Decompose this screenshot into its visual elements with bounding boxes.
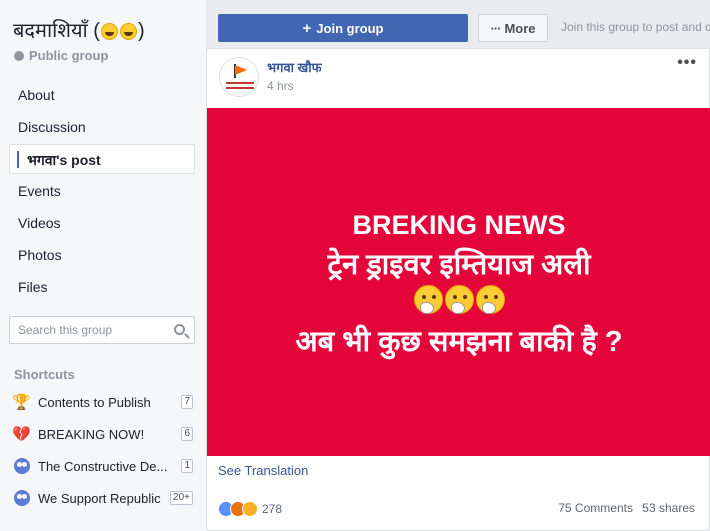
nav-item-videos[interactable]: Videos [9, 208, 195, 238]
laughing-emoji-icon [119, 23, 137, 41]
left-sidebar: बदमाशियाँ () Public group About Discussi… [0, 0, 206, 531]
more-button[interactable]: ··· More [478, 14, 548, 42]
nav-item-label: Events [18, 183, 61, 199]
post-image[interactable]: BREKING NEWS ट्रेन ड्राइवर इम्तियाज अली … [207, 108, 710, 456]
shortcut-contents-to-publish[interactable]: 🏆 Contents to Publish 7 [12, 392, 193, 412]
nav-item-events[interactable]: Events [9, 176, 195, 206]
laughing-emoji-icon [100, 23, 118, 41]
shortcut-constructive[interactable]: The Constructive De... 1 [13, 456, 193, 476]
shortcuts-heading: Shortcuts [14, 367, 75, 382]
nav-item-label: Files [18, 279, 48, 295]
globe-icon [14, 50, 24, 61]
nav-item-discussion[interactable]: Discussion [9, 112, 195, 142]
comments-count-link[interactable]: 75 Comments [558, 501, 633, 515]
group-search-box [9, 316, 195, 344]
avatar-text-mark [226, 87, 254, 89]
thinking-face-icon [475, 285, 505, 314]
ellipsis-icon: ··· [490, 20, 501, 36]
plus-icon: + [302, 19, 312, 37]
avatar-text-mark [226, 82, 254, 84]
image-headline: BREKING NEWS [352, 210, 566, 240]
join-group-label: Join group [316, 20, 384, 36]
thinking-face-icon [413, 285, 443, 314]
shares-count-link[interactable]: 53 shares [642, 501, 695, 515]
join-hint-text: Join this group to post and c [561, 20, 710, 34]
nav-item-bhagwa-post[interactable]: भगवा's post [9, 144, 195, 174]
join-group-button[interactable]: + Join group [218, 14, 468, 42]
shortcut-count-badge: 6 [181, 427, 193, 441]
shortcut-count-badge: 7 [181, 395, 193, 409]
reaction-count: 278 [262, 502, 283, 516]
sad-reaction-icon [242, 501, 258, 517]
saffron-flag-icon [235, 65, 247, 75]
post-author-name[interactable]: भगवा खौफ [267, 58, 322, 76]
nav-item-label: Discussion [18, 119, 86, 135]
laughing-emoji-pair [100, 20, 138, 43]
see-translation-link[interactable]: See Translation [218, 463, 308, 478]
nav-item-label: भगवा's post [27, 152, 101, 168]
shortcut-label: The Constructive De... [38, 458, 168, 474]
shortcut-label: We Support Republic [38, 490, 161, 506]
group-title-close: ) [137, 20, 145, 42]
post-stats: 75 Comments 53 shares [552, 501, 695, 515]
reactions-summary[interactable]: 278 [218, 501, 282, 517]
more-label: More [504, 20, 536, 36]
nav-item-label: Videos [18, 215, 61, 231]
thinking-emoji-row [207, 285, 710, 315]
post-timestamp[interactable]: 4 hrs [267, 79, 294, 93]
search-input[interactable] [18, 323, 168, 337]
shortcut-label: Contents to Publish [38, 394, 151, 410]
post-options-icon[interactable]: ••• [677, 54, 697, 72]
trophy-icon: 🏆 [12, 394, 31, 411]
author-avatar[interactable] [219, 57, 259, 97]
nav-item-photos[interactable]: Photos [9, 240, 195, 270]
image-question-line: अब भी कुछ समझना बाकी है ? [295, 326, 623, 358]
group-icon [13, 490, 30, 507]
shortcut-count-badge: 20+ [170, 491, 193, 505]
nav-item-label: About [18, 87, 55, 103]
group-nav: About Discussion भगवा's post Events Vide… [9, 80, 195, 304]
search-icon[interactable] [174, 324, 185, 335]
nav-item-label: Photos [18, 247, 62, 263]
shortcut-count-badge: 1 [181, 459, 193, 473]
privacy-row: Public group [14, 48, 108, 63]
shortcut-label: BREAKING NOW! [38, 426, 145, 442]
post-card: भगवा खौफ 4 hrs ••• BREKING NEWS ट्रेन ड्… [206, 48, 710, 531]
broken-heart-icon: 💔 [12, 426, 31, 443]
privacy-label: Public group [29, 48, 109, 63]
thinking-face-icon [444, 285, 474, 314]
nav-item-files[interactable]: Files [9, 272, 195, 302]
group-title-text: बदमाशियाँ ( [13, 20, 100, 42]
shortcut-we-support-republic[interactable]: We Support Republic 20+ [13, 488, 193, 508]
shortcut-breaking-now[interactable]: 💔 BREAKING NOW! 6 [12, 424, 193, 444]
image-subline: ट्रेन ड्राइवर इम्तियाज अली [327, 249, 591, 281]
group-title[interactable]: बदमाशियाँ () [13, 16, 145, 43]
group-icon [13, 458, 30, 475]
nav-item-about[interactable]: About [9, 80, 195, 110]
